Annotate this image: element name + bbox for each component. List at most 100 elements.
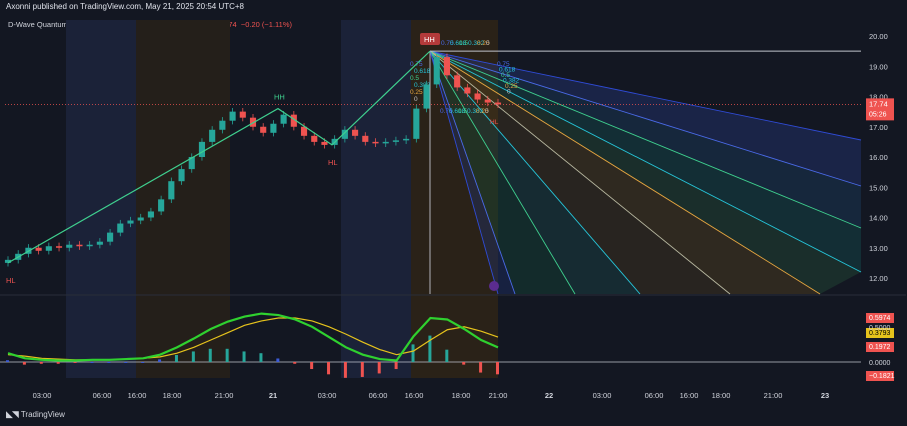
candle [443,57,451,76]
macd-histogram-bar [310,362,314,370]
price-tick-label: 19.00 [869,62,888,71]
candle [372,141,379,144]
zigzag-label: HL [6,276,16,285]
candle [127,220,134,224]
time-tick-label: 21 [269,391,277,400]
gann-level-label: 0.5 [501,72,510,79]
macd-value-label: 0.5974 [869,315,891,322]
price-chart[interactable]: 0.750.6180.50.3820.2500.750.6180.5 0.3820… [0,0,907,426]
gann-fan-zone [430,51,861,294]
macd-histogram-bar [158,359,162,362]
macd-value-tag [866,328,894,338]
symbol-name[interactable]: D-Wave Quantum Inc. · 15 · NYSE [8,20,124,29]
candle [178,169,185,182]
candle [494,102,502,105]
candle [66,244,73,248]
candle [474,93,481,100]
candle [35,247,42,251]
price-tick-label: 15.00 [869,183,888,192]
open-value: 17.94 [134,20,153,29]
macd-histogram-bar [39,362,43,364]
gann-level-label: 0.75 [410,61,423,68]
gann-level-label: 0.5 [410,75,419,82]
time-tick-label: 03:00 [593,391,612,400]
gann-fan-zone [430,51,730,294]
gann-level-label: 0 [486,40,490,47]
gann-level-label: 0.75 [497,61,510,68]
hh-label-box [420,33,440,45]
gann-fan-zone [430,51,575,294]
brand-label: TradingView [20,410,65,419]
macd-value-tag [866,342,894,352]
time-tick-label: 23 [821,391,829,400]
footer-brand: ◣◥ TradingView [6,409,65,420]
macd-histogram-bar [293,362,297,364]
macd-histogram-bar [174,354,178,362]
candle [168,181,175,200]
change-value: −0.20 (−1.11%) [240,20,293,29]
time-tick-label: 18:00 [452,391,471,400]
close-value: 17.74 [217,20,237,29]
macd-histogram-bar [242,351,246,362]
macd-value-label: −0.1821 [869,373,895,380]
session-band [341,20,411,378]
candle [454,75,461,88]
macd-histogram-bar [479,362,483,373]
gann-level-label: 0.5 [458,108,467,115]
candle [15,253,22,260]
macd-value-tag [866,371,894,381]
candle [341,129,348,139]
time-tick-label: 06:00 [369,391,388,400]
gann-level-label: 0.25 [410,89,423,96]
gann-fan-line [429,50,862,187]
candle [311,135,318,142]
gann-level-label: 0.382 [414,82,431,89]
gann-fan-line [429,50,641,295]
price-tick-label: 18.00 [869,93,888,102]
macd-histogram-bar [411,344,415,362]
candle [198,141,206,157]
zigzag-label: HL [328,158,338,167]
candle [423,84,430,109]
gann-fan-line [429,50,731,295]
signal-line [7,317,499,361]
low-value: 17.57 [189,20,209,29]
gann-fan-line [429,50,821,295]
price-tick-label: 17.00 [869,123,888,132]
gann-fan-zone [430,51,861,186]
candle [188,157,195,170]
last-price-value: 17.74 [869,99,888,108]
candle [86,244,93,247]
candle [331,138,338,145]
zigzag-label: HH [424,35,435,44]
zigzag-label: HH [274,93,285,102]
tradingview-logo-icon: ◣◥ [6,409,19,419]
macd-histogram-bar [22,362,26,365]
macd-histogram-bar [445,349,449,362]
macd-line [7,312,499,362]
time-tick-label: 21:00 [489,391,508,400]
time-tick-label: 21:00 [764,391,783,400]
macd-histogram-bar [276,358,280,362]
time-tick-label: 16:00 [128,391,147,400]
gann-level-label: 0.25 [505,83,518,90]
candle [382,141,389,144]
candle [290,114,297,127]
gann-fan-line [429,50,516,295]
candle [484,99,491,103]
macd-histogram-bar [343,362,347,378]
macd-histogram-bar [124,362,128,363]
candle [433,57,440,85]
candle [464,87,471,94]
gann-fan-line [429,50,862,141]
candle [249,117,257,127]
gann-level-label: 0 [485,108,489,115]
time-tick-label: 06:00 [645,391,664,400]
candle [260,126,267,133]
macd-value-label: 0.3793 [869,330,891,337]
candle [55,246,63,248]
time-tick-label: 16:00 [405,391,424,400]
candle [209,129,216,142]
candle [76,244,83,247]
candle [219,120,226,130]
